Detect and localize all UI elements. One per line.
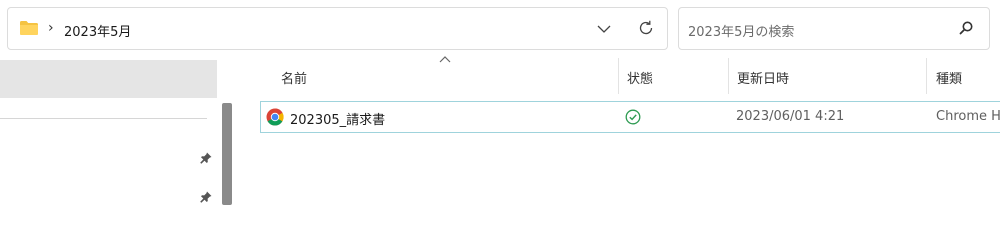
navigation-pane xyxy=(0,58,240,205)
file-type: Chrome H xyxy=(936,109,1000,124)
column-type[interactable]: 種類 xyxy=(936,68,962,87)
chrome-icon xyxy=(266,108,284,126)
search-input[interactable]: 2023年5月の検索 xyxy=(688,21,794,40)
file-modified: 2023/06/01 4:21 xyxy=(736,109,845,124)
chevron-down-icon[interactable] xyxy=(596,21,612,37)
column-status[interactable]: 状態 xyxy=(627,68,653,87)
file-name[interactable]: 202305_請求書 xyxy=(290,109,385,128)
toolbar: › 2023年5月 2023年5月の検索 xyxy=(0,0,1000,58)
file-row[interactable]: 202305_請求書 2023/06/01 4:21 Chrome H xyxy=(260,101,1000,133)
column-name[interactable]: 名前 xyxy=(281,68,307,87)
column-modified[interactable]: 更新日時 xyxy=(737,68,789,87)
pin-icon[interactable] xyxy=(200,152,212,164)
column-header: 名前 状態 更新日時 種類 xyxy=(240,56,1000,94)
search-box[interactable]: 2023年5月の検索 xyxy=(678,7,990,50)
check-circle-icon xyxy=(625,109,641,125)
file-list: 名前 状態 更新日時 種類 202305_請求書 2023/06/01 4:21… xyxy=(240,56,1000,205)
search-icon[interactable] xyxy=(958,20,974,36)
nav-divider xyxy=(0,118,207,119)
column-divider[interactable] xyxy=(618,58,619,94)
pin-icon[interactable] xyxy=(200,191,212,203)
nav-scrollbar[interactable] xyxy=(222,103,232,205)
nav-item-selected[interactable] xyxy=(0,60,217,98)
breadcrumb-current-folder[interactable]: 2023年5月 xyxy=(64,21,131,40)
folder-icon xyxy=(20,21,38,35)
column-divider[interactable] xyxy=(926,58,927,94)
address-bar[interactable]: › 2023年5月 xyxy=(7,7,668,50)
refresh-icon[interactable] xyxy=(637,19,655,37)
column-divider[interactable] xyxy=(728,58,729,94)
sort-ascending-icon xyxy=(439,56,451,63)
chevron-right-icon[interactable]: › xyxy=(48,20,54,36)
